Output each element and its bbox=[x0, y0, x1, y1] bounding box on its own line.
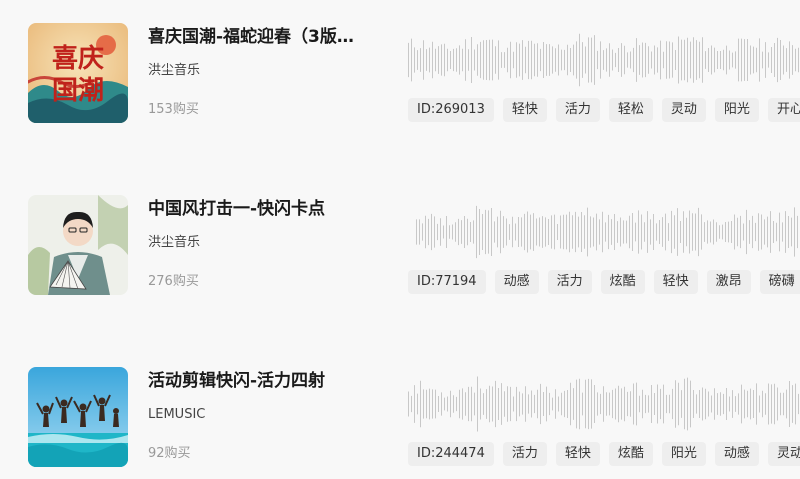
fan-performer-cover-icon bbox=[28, 195, 128, 295]
guochao-poster-cover-icon: 喜庆 国潮 bbox=[28, 23, 128, 123]
tag[interactable]: 灵动 bbox=[661, 98, 706, 122]
track-title[interactable]: 活动剪辑快闪-活力四射 bbox=[148, 369, 378, 393]
tag[interactable]: 磅礴 bbox=[759, 270, 800, 294]
track-row[interactable]: 中国风打击一-快闪卡点 洪尘音乐 276购买 ID:77194 动感 活力 炫酷… bbox=[0, 195, 800, 305]
svg-text:国潮: 国潮 bbox=[52, 76, 104, 106]
purchase-count: 153购买 bbox=[148, 102, 199, 117]
track-id-badge: ID:269013 bbox=[408, 98, 494, 122]
track-author[interactable]: 洪尘音乐 bbox=[148, 234, 200, 252]
tag[interactable]: 活力 bbox=[547, 270, 592, 294]
tag[interactable]: 轻快 bbox=[555, 442, 600, 466]
tag[interactable]: 活力 bbox=[502, 442, 547, 466]
waveform[interactable] bbox=[408, 27, 800, 93]
tag[interactable]: 炫酷 bbox=[608, 442, 653, 466]
track-id-badge: ID:244474 bbox=[408, 442, 494, 466]
tag[interactable]: 动感 bbox=[714, 442, 759, 466]
purchase-count: 92购买 bbox=[148, 446, 191, 461]
tag-list: ID:77194 动感 活力 炫酷 轻快 激昂 磅礴 bbox=[408, 270, 800, 298]
tag[interactable]: 激昂 bbox=[706, 270, 751, 294]
tag[interactable]: 开心 bbox=[767, 98, 800, 122]
track-row[interactable]: 活动剪辑快闪-活力四射 LEMUSIC 92购买 ID:244474 活力 轻快… bbox=[0, 367, 800, 477]
track-row[interactable]: 喜庆 国潮 喜庆国潮-福蛇迎春（3版… 洪尘音乐 153购买 ID:269013… bbox=[0, 23, 800, 133]
waveform[interactable] bbox=[408, 371, 800, 437]
track-cover[interactable]: 喜庆 国潮 bbox=[28, 23, 128, 123]
beach-jumping-cover-icon bbox=[28, 367, 128, 467]
tag[interactable]: 轻快 bbox=[653, 270, 698, 294]
tag[interactable]: 阳光 bbox=[714, 98, 759, 122]
tag-list: ID:269013 轻快 活力 轻松 灵动 阳光 开心 bbox=[408, 98, 800, 126]
track-cover[interactable] bbox=[28, 195, 128, 295]
purchase-count: 276购买 bbox=[148, 274, 199, 289]
waveform[interactable] bbox=[408, 199, 800, 265]
track-id-badge: ID:77194 bbox=[408, 270, 486, 294]
tag[interactable]: 灵动 bbox=[767, 442, 800, 466]
track-cover[interactable] bbox=[28, 367, 128, 467]
tag[interactable]: 活力 bbox=[555, 98, 600, 122]
track-title[interactable]: 喜庆国潮-福蛇迎春（3版… bbox=[148, 25, 378, 49]
tag[interactable]: 动感 bbox=[494, 270, 539, 294]
tag[interactable]: 轻快 bbox=[502, 98, 547, 122]
svg-text:喜庆: 喜庆 bbox=[52, 43, 104, 74]
track-title[interactable]: 中国风打击一-快闪卡点 bbox=[148, 197, 378, 221]
tag[interactable]: 炫酷 bbox=[600, 270, 645, 294]
tag[interactable]: 阳光 bbox=[661, 442, 706, 466]
tag[interactable]: 轻松 bbox=[608, 98, 653, 122]
track-author[interactable]: 洪尘音乐 bbox=[148, 62, 200, 80]
track-author[interactable]: LEMUSIC bbox=[148, 406, 205, 424]
tag-list: ID:244474 活力 轻快 炫酷 阳光 动感 灵动 bbox=[408, 442, 800, 470]
